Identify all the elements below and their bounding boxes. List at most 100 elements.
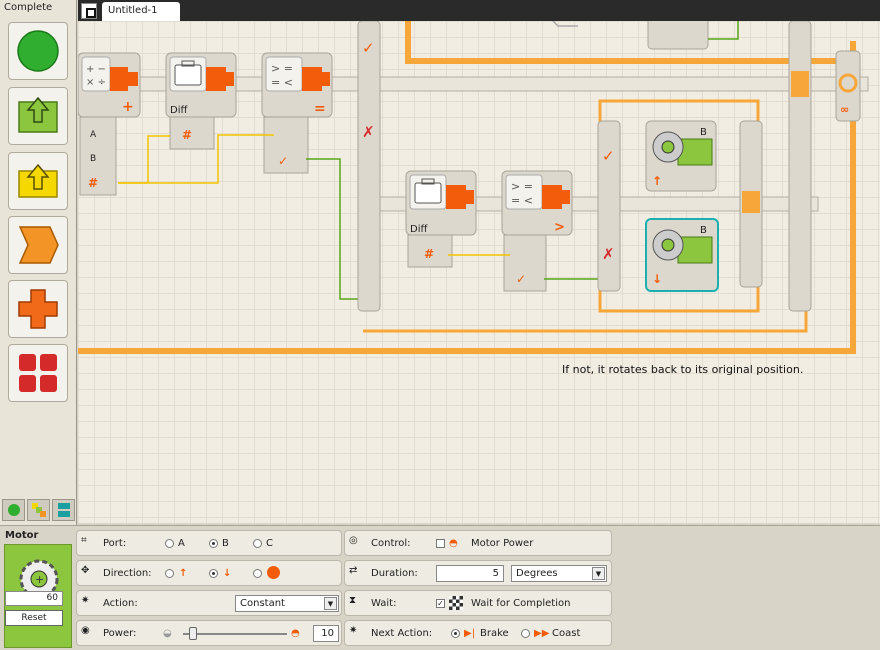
brake-icon: ▶| <box>464 628 476 639</box>
duration-icon: ⇄ <box>349 565 358 576</box>
hare-icon: ◓ <box>291 628 300 639</box>
duration-unit-select[interactable]: Degrees ▼ <box>511 565 607 582</box>
port-a-radio[interactable] <box>165 539 174 548</box>
wait-label: Wait: <box>371 598 397 609</box>
program-canvas[interactable]: + − × ÷ + Diff > = = < = A B # # ✓ ✓ ✗ D… <box>78 21 880 523</box>
power-slider-track[interactable] <box>183 633 287 635</box>
green-circle-icon <box>17 30 59 72</box>
motor-power-icon: ◓ <box>449 538 458 549</box>
direction-row: ✥ Direction: ↑ ↓ <box>76 560 342 586</box>
brake-label: Brake <box>480 628 509 639</box>
reset-button[interactable]: Reset <box>5 610 63 626</box>
svg-text:= <: = < <box>511 194 533 207</box>
palette-action-blocks[interactable] <box>8 87 68 145</box>
svg-text:#: # <box>88 176 98 190</box>
svg-text:=: = <box>314 101 326 117</box>
tab-common-palette[interactable] <box>2 499 25 521</box>
next-action-icon: ✷ <box>349 625 358 636</box>
motor-power-label: Motor Power <box>471 538 534 549</box>
duration-unit-value: Degrees <box>516 568 558 579</box>
svg-text:× ÷: × ÷ <box>86 77 106 88</box>
power-row: ◉ Power: ◒ ◓ 10 <box>76 620 342 646</box>
block-title: Motor <box>5 530 39 541</box>
palette-tabs <box>0 497 77 523</box>
svg-text:✓: ✓ <box>278 154 288 168</box>
duration-row: ⇄ Duration: 5 Degrees ▼ <box>344 560 612 586</box>
plug-b-label: B <box>90 154 96 164</box>
motor-port-top-label: B <box>700 127 707 138</box>
sensor-arrow-icon <box>18 163 58 198</box>
duration-input[interactable]: 5 <box>436 565 504 582</box>
direction-forward-radio[interactable] <box>165 569 174 578</box>
wait-option-label: Wait for Completion <box>471 598 571 609</box>
up-arrow-icon: ↑ <box>179 568 188 579</box>
palette-sensor-blocks[interactable] <box>8 152 68 210</box>
power-slider-thumb[interactable] <box>189 627 197 640</box>
custom-stack-icon <box>57 503 70 517</box>
diff-label-1: Diff <box>170 105 188 116</box>
port-c-label: C <box>266 538 273 549</box>
palette-flow-blocks[interactable] <box>8 216 68 274</box>
document-tab-bar: Untitled-1 <box>78 0 880 21</box>
svg-text:↑: ↑ <box>652 174 662 188</box>
chevron-down-icon: ▼ <box>592 567 605 580</box>
next-action-label: Next Action: <box>371 628 433 639</box>
tab-complete-palette[interactable] <box>27 499 50 521</box>
tab-custom-palette[interactable] <box>52 499 75 521</box>
chevron-down-icon: ▼ <box>324 597 337 610</box>
port-label: Port: <box>103 538 127 549</box>
power-icon: ◉ <box>81 625 90 636</box>
motor-port-bottom-label: B <box>700 225 707 236</box>
action-label: Action: <box>103 598 138 609</box>
svg-text:+: + <box>35 573 44 586</box>
next-action-row: ✷ Next Action: ▶| Brake ▶▶ Coast <box>344 620 612 646</box>
port-b-label: B <box>222 538 229 549</box>
svg-text:∞: ∞ <box>840 103 849 116</box>
direction-stop-radio[interactable] <box>253 569 262 578</box>
duration-label: Duration: <box>371 568 418 579</box>
coast-label: Coast <box>552 628 581 639</box>
svg-text:✓: ✓ <box>602 147 615 165</box>
multi-squares-icon <box>31 503 46 517</box>
motor-power-checkbox[interactable] <box>436 539 445 548</box>
checkered-flag-icon <box>449 596 463 610</box>
palette-advanced-blocks[interactable] <box>8 344 68 402</box>
svg-text:= <: = < <box>271 76 293 89</box>
eye-icon: ◎ <box>349 535 358 546</box>
direction-backward-radio[interactable] <box>209 569 218 578</box>
palette-data-blocks[interactable] <box>8 280 68 338</box>
port-c-radio[interactable] <box>253 539 262 548</box>
palette-title: Complete <box>4 2 53 13</box>
green-dot-icon <box>7 504 20 516</box>
wait-row: ⧗ Wait: ✓ Wait for Completion <box>344 590 612 616</box>
brake-radio[interactable] <box>451 629 460 638</box>
plug-a-label: A <box>90 130 97 140</box>
wait-checkbox[interactable]: ✓ <box>436 599 445 608</box>
coast-radio[interactable] <box>521 629 530 638</box>
stop-icon <box>267 566 280 579</box>
svg-text:#: # <box>424 247 434 261</box>
action-value: Constant <box>240 598 285 609</box>
down-arrow-icon: ↓ <box>223 568 232 579</box>
svg-text:✓: ✓ <box>362 39 375 57</box>
document-tab[interactable]: Untitled-1 <box>102 2 180 21</box>
port-b-radio[interactable] <box>209 539 218 548</box>
svg-text:+ −: + − <box>86 64 106 75</box>
svg-text:↓: ↓ <box>652 272 662 286</box>
svg-text:✗: ✗ <box>602 245 615 263</box>
port-row: ⌗ Port: A B C <box>76 530 342 556</box>
switch-pillar-1[interactable] <box>357 21 381 312</box>
power-input[interactable]: 10 <box>313 625 339 642</box>
action-select[interactable]: Constant ▼ <box>235 595 339 612</box>
comment-note[interactable]: If not, it rotates back to its original … <box>562 363 803 376</box>
data-plus-icon <box>18 289 58 329</box>
block-palette: Complete <box>0 0 77 525</box>
program-icon[interactable] <box>81 3 97 19</box>
svg-text:✗: ✗ <box>362 123 375 141</box>
direction-label: Direction: <box>103 568 152 579</box>
palette-common-blocks[interactable] <box>8 22 68 80</box>
compare-block-top[interactable] <box>647 21 709 50</box>
action-row: ✷ Action: Constant ▼ <box>76 590 342 616</box>
data-wire-1 <box>118 135 170 184</box>
coast-icon: ▶▶ <box>534 628 550 639</box>
